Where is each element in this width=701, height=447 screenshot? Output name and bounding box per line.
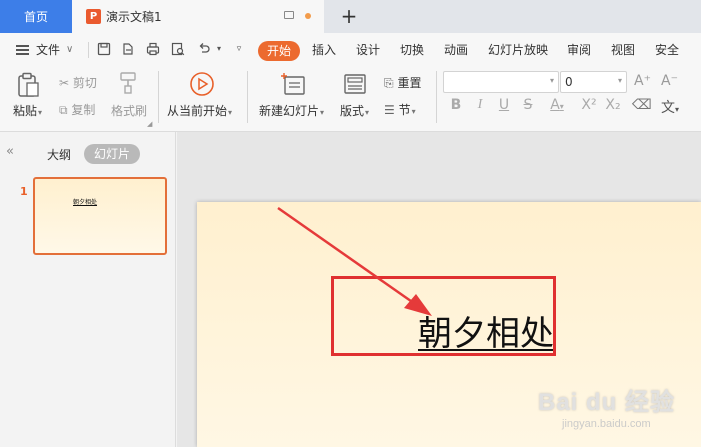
section-button[interactable]: ☰ 节▾ — [384, 101, 416, 118]
tab-home[interactable]: 首页 — [0, 0, 72, 33]
tab-review[interactable]: 审阅 — [567, 41, 591, 59]
new-slide-label: 新建幻灯片 — [259, 104, 320, 118]
subscript-icon[interactable]: X₂ — [604, 97, 622, 113]
font-size-value: 0 — [565, 75, 573, 89]
section-icon: ☰ — [384, 103, 395, 117]
undo-icon[interactable] — [197, 42, 211, 56]
eraser-icon[interactable]: ⌫ — [632, 97, 652, 113]
bold-icon[interactable]: B — [448, 97, 464, 113]
phonetic-guide-icon[interactable]: 文▾ — [658, 97, 682, 117]
tab-security[interactable]: 安全 — [655, 41, 679, 59]
underline-icon[interactable]: U — [496, 97, 512, 113]
clipboard-launcher-icon[interactable]: ◢ — [147, 120, 152, 128]
paste-button[interactable]: 粘贴▾ — [13, 102, 42, 119]
customize-dropdown-icon[interactable]: ▿ — [232, 42, 246, 56]
menu-bar: 文件 ∨ ▾ ▿ 开始 插入 设计 切换 动画 幻灯片放映 审阅 视图 安全 — [0, 33, 701, 65]
play-from-current-button[interactable]: 从当前开始▾ — [167, 102, 232, 119]
file-menu[interactable]: 文件 — [36, 41, 60, 59]
tab-start[interactable]: 开始 — [258, 41, 300, 61]
undo-dropdown-icon[interactable]: ▾ — [212, 42, 226, 56]
increase-font-size-icon[interactable]: A⁺ — [634, 73, 651, 89]
copy-button[interactable]: ⧉ 复制 — [59, 101, 95, 118]
slide-thumbnail[interactable]: 朝夕相处 — [33, 177, 167, 255]
tab-view[interactable]: 视图 — [611, 41, 635, 59]
watermark-brand: Bai du 经验 — [538, 389, 676, 416]
format-painter-icon[interactable] — [117, 71, 139, 98]
ribbon-separator — [158, 71, 159, 123]
monitor-icon[interactable] — [284, 11, 294, 19]
slide-number: 1 — [20, 185, 28, 198]
ribbon-separator — [436, 71, 437, 123]
superscript-icon[interactable]: X² — [580, 97, 598, 113]
font-size-select[interactable]: 0 ▾ — [560, 71, 627, 93]
tab-insert[interactable]: 插入 — [312, 41, 336, 59]
watermark-url: jingyan.baidu.com — [562, 418, 651, 430]
tab-document-label: 演示文稿1 — [106, 10, 162, 24]
format-painter-button[interactable]: 格式刷 — [111, 102, 147, 119]
ribbon-separator — [247, 71, 248, 123]
baidu-jingyan-watermark: Bai du 经验 jingyan.baidu.com — [538, 380, 698, 442]
export-icon[interactable] — [121, 42, 135, 56]
layout-icon[interactable] — [343, 73, 367, 98]
reset-label: 重置 — [397, 76, 422, 90]
tab-slideshow[interactable]: 幻灯片放映 — [488, 41, 548, 59]
tab-outline[interactable]: 大纲 — [47, 146, 71, 163]
new-tab-button[interactable]: + — [338, 4, 360, 28]
strikethrough-icon[interactable]: S — [520, 97, 536, 113]
play-icon[interactable] — [189, 71, 215, 100]
section-label: 节 — [398, 103, 411, 117]
tab-slides[interactable]: 幻灯片 — [84, 144, 140, 164]
cut-label: 剪切 — [72, 76, 97, 90]
tab-home-label: 首页 — [23, 10, 48, 24]
paste-icon[interactable] — [16, 72, 40, 101]
font-size-dropdown-icon: ▾ — [617, 76, 622, 85]
presentation-icon: P — [86, 9, 101, 24]
reset-button[interactable]: ⎘ 重置 — [384, 74, 421, 91]
reset-icon: ⎘ — [384, 76, 394, 90]
thumbnail-title: 朝夕相处 — [73, 199, 98, 206]
font-color-icon[interactable]: A▾ — [546, 97, 568, 113]
print-preview-icon[interactable] — [171, 42, 185, 56]
italic-icon[interactable]: I — [472, 97, 488, 113]
tab-animation[interactable]: 动画 — [444, 41, 468, 59]
font-name-select[interactable]: ▾ — [443, 71, 559, 93]
tab-transition[interactable]: 切换 — [400, 41, 424, 59]
annotation-highlight-box — [331, 276, 556, 356]
tab-design[interactable]: 设计 — [356, 41, 380, 59]
save-icon[interactable] — [97, 42, 111, 56]
tab-document[interactable]: P 演示文稿1 — [72, 0, 324, 33]
layout-label: 版式 — [340, 104, 365, 118]
new-slide-button[interactable]: 新建幻灯片▾ — [259, 102, 324, 119]
unsaved-dot-icon — [305, 13, 311, 19]
tab-bar: 首页 P 演示文稿1 + — [0, 0, 701, 33]
chevron-down-icon[interactable]: ∨ — [66, 41, 73, 59]
font-name-dropdown-icon: ▾ — [549, 76, 554, 85]
new-slide-icon[interactable] — [281, 72, 307, 99]
collapse-panel-icon[interactable]: « — [6, 144, 14, 159]
menu-separator — [88, 42, 89, 58]
slide-panel: « 大纲 幻灯片 1 朝夕相处 — [0, 132, 176, 447]
layout-button[interactable]: 版式▾ — [340, 102, 369, 119]
cut-button[interactable]: ✂ 剪切 — [59, 74, 97, 91]
paste-label: 粘贴 — [13, 104, 38, 118]
print-icon[interactable] — [146, 42, 160, 56]
decrease-font-size-icon[interactable]: A⁻ — [661, 73, 678, 89]
copy-label: 复制 — [71, 103, 96, 117]
play-from-current-label: 从当前开始 — [167, 104, 228, 118]
hamburger-icon[interactable] — [16, 45, 29, 55]
